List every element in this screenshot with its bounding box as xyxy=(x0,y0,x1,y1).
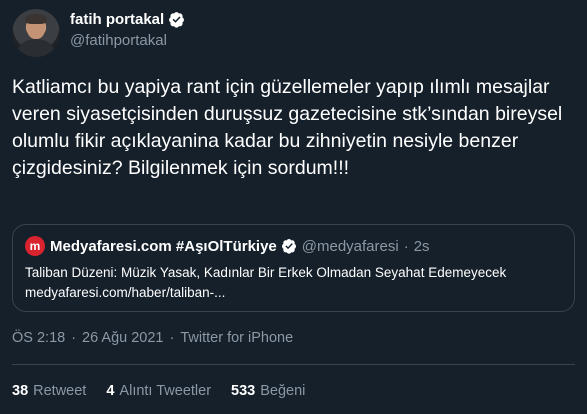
author-display-name[interactable]: fatih portakal xyxy=(70,11,164,28)
tweet-stats: 38 Retweet 4 Alıntı Tweetler 533 Beğeni xyxy=(12,383,325,399)
author-handle[interactable]: @fatihportakal xyxy=(70,32,167,49)
tweet-source[interactable]: Twitter for iPhone xyxy=(180,330,293,346)
likes-label: Beğeni xyxy=(260,383,306,399)
retweets-count: 38 xyxy=(12,383,29,399)
quoted-tweet-card[interactable]: m Medyafaresi.com #AşıOlTürkiye @medyafa… xyxy=(12,224,575,312)
quoted-tweet-body: Taliban Düzeni: Müzik Yasak, Kadınlar Bi… xyxy=(25,263,570,303)
avatar-shoulders xyxy=(18,39,54,57)
meta-separator: · xyxy=(71,330,77,346)
verified-badge-icon xyxy=(281,239,296,254)
divider xyxy=(12,364,575,365)
verified-badge-icon xyxy=(169,12,185,28)
likes-count: 533 xyxy=(231,383,256,399)
quoted-tweet-link: medyafaresi.com/haber/taliban-... xyxy=(25,285,226,300)
tweet-date[interactable]: 26 Ağu 2021 xyxy=(82,330,163,346)
quoted-tweet-text-line: Taliban Düzeni: Müzik Yasak, Kadınlar Bi… xyxy=(25,265,507,280)
tweet-meta: ÖS 2:18 · 26 Ağu 2021 · Twitter for iPho… xyxy=(12,330,293,346)
likes-stat[interactable]: 533 Beğeni xyxy=(231,383,305,399)
quoted-separator: · xyxy=(403,237,409,255)
retweets-stat[interactable]: 38 Retweet xyxy=(12,383,86,399)
tweet-time[interactable]: ÖS 2:18 xyxy=(12,330,65,346)
tweet-text: Katliamcı bu yapiya rant için güzellemel… xyxy=(12,76,563,179)
author-name-row: fatih portakal xyxy=(70,11,185,28)
quoted-author-avatar: m xyxy=(25,236,45,256)
meta-separator: · xyxy=(169,330,175,346)
quotes-count: 4 xyxy=(106,383,115,399)
avatar-hair xyxy=(25,14,47,24)
retweets-label: Retweet xyxy=(33,383,87,399)
quoted-tweet-header: m Medyafaresi.com #AşıOlTürkiye @medyafa… xyxy=(25,236,430,256)
quoted-author-handle: @medyafaresi xyxy=(301,237,399,255)
tweet-author-avatar[interactable] xyxy=(12,9,60,57)
quote-tweets-stat[interactable]: 4 Alıntı Tweetler xyxy=(106,383,211,399)
quoted-author-name: Medyafaresi.com #AşıOlTürkiye xyxy=(50,237,277,255)
quotes-label: Alıntı Tweetler xyxy=(119,383,212,399)
quoted-timestamp: 2s xyxy=(413,237,430,255)
